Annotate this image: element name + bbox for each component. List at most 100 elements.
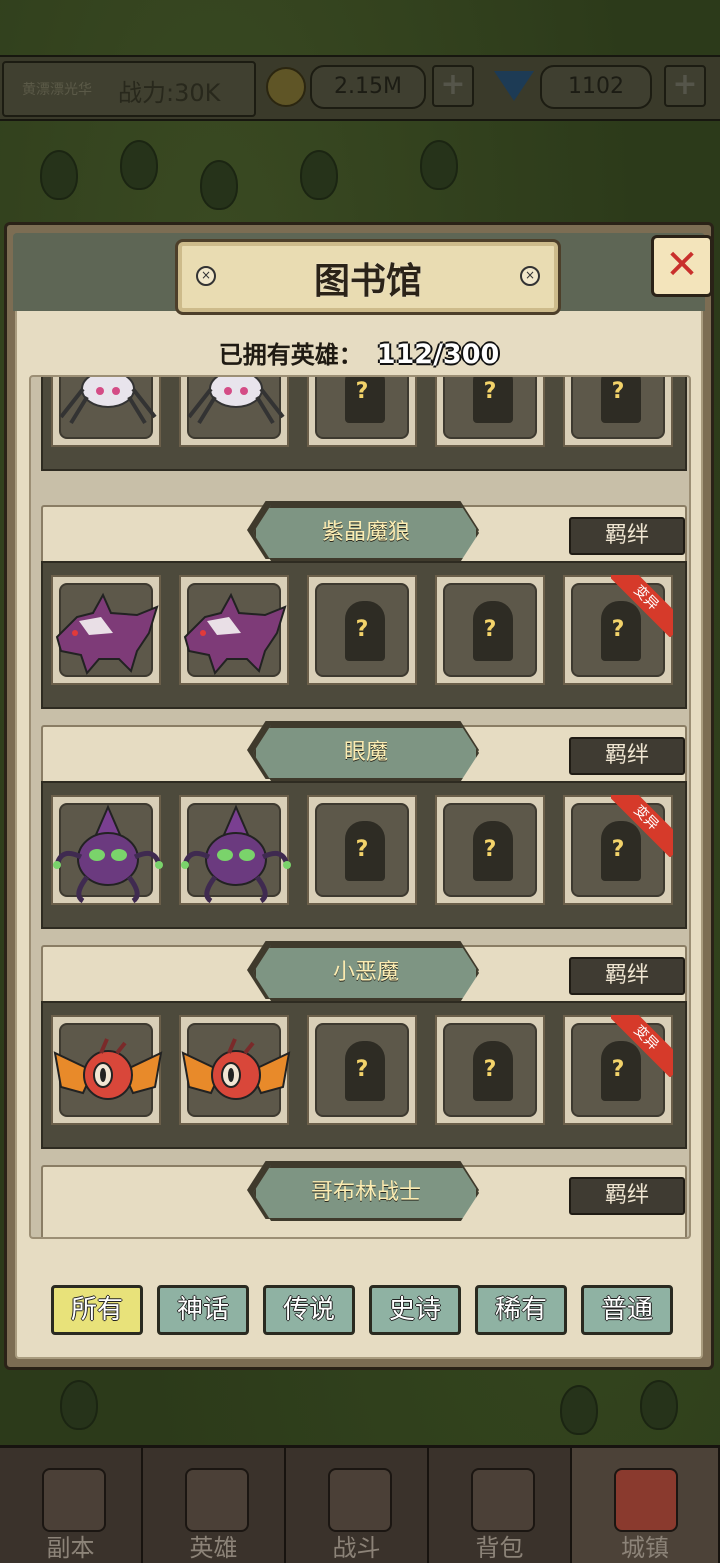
locked-hero-slot[interactable]: ? [307, 1015, 417, 1125]
slot-row: ? ? ? [41, 377, 687, 471]
unknown-mark: ? [355, 617, 369, 642]
hero-slot[interactable] [51, 575, 161, 685]
close-button[interactable]: ✕ [651, 235, 713, 297]
hero-group: 眼魔 羁绊 ? ? ? 变异 [41, 721, 687, 929]
hero-slot[interactable] [51, 795, 163, 905]
nav-backpack[interactable]: 背包 [429, 1448, 572, 1563]
hero-slot[interactable] [179, 1015, 291, 1125]
player-info[interactable]: 黄漂漂光华 战力:30K [2, 61, 256, 117]
wolf-icon [183, 592, 287, 675]
bond-button[interactable]: 羁绊 [569, 517, 685, 555]
tree-decoration [200, 160, 238, 210]
bond-button[interactable]: 羁绊 [569, 957, 685, 995]
hero-group: 紫晶魔狼 羁绊 ? ? ? 变异 [41, 501, 687, 709]
gem-icon [494, 71, 534, 101]
tab-legendary[interactable]: 传说 [263, 1285, 355, 1335]
owned-label: 已拥有英雄： [218, 341, 363, 369]
hero-group-partial: ? ? ? [41, 377, 687, 471]
tab-rare[interactable]: 稀有 [475, 1285, 567, 1335]
tree-decoration [640, 1380, 678, 1430]
unknown-mark: ? [355, 837, 369, 862]
nav-battle[interactable]: 战斗 [286, 1448, 429, 1563]
mutation-tag: 变异 [611, 795, 673, 857]
tab-common[interactable]: 普通 [581, 1285, 673, 1335]
swords-icon [328, 1468, 392, 1532]
hero-group: 小恶魔 羁绊 ? ? ? 变异 [41, 941, 687, 1149]
nav-label: 战斗 [332, 1534, 381, 1562]
nav-label: 城镇 [621, 1534, 669, 1562]
coin-icon [266, 67, 306, 107]
nav-label: 副本 [46, 1534, 95, 1562]
unknown-mark: ? [483, 617, 497, 642]
wolf-icon [55, 592, 159, 675]
locked-hero-slot[interactable]: ? [307, 575, 417, 685]
unknown-mark: ? [355, 379, 369, 404]
bottom-nav: 副本 英雄 战斗 背包 城镇 [0, 1445, 720, 1563]
locked-hero-slot[interactable]: ? [435, 1015, 545, 1125]
tree-decoration [120, 140, 158, 190]
tab-epic[interactable]: 史诗 [369, 1285, 461, 1335]
nav-town[interactable]: 城镇 [572, 1448, 720, 1563]
unknown-mark: ? [611, 379, 625, 404]
hero-slot[interactable] [179, 377, 289, 447]
gem-amount: 1102 [540, 65, 652, 109]
unknown-mark: ? [483, 1057, 497, 1082]
helmet-icon [185, 1468, 249, 1532]
mutation-tag: 变异 [611, 1015, 673, 1077]
hero-slot[interactable] [179, 575, 289, 685]
tree-decoration [560, 1385, 598, 1435]
slot-row: ? ? ? 变异 [41, 781, 687, 929]
locked-mutation-slot[interactable]: ? 变异 [563, 575, 673, 685]
nav-label: 英雄 [189, 1534, 238, 1562]
nav-dungeon[interactable]: 副本 [0, 1448, 143, 1563]
power-value: 战力:30K [118, 79, 221, 107]
nav-heroes[interactable]: 英雄 [143, 1448, 286, 1563]
town-icon [614, 1468, 678, 1532]
unknown-mark: ? [483, 837, 497, 862]
rarity-filter-tabs: 所有 神话 传说 史诗 稀有 普通 [51, 1285, 681, 1339]
mutation-tag: 变异 [611, 575, 673, 637]
page-title: 图书馆 [313, 261, 422, 302]
locked-hero-slot[interactable]: ? [435, 575, 545, 685]
locked-mutation-slot[interactable]: ? 变异 [563, 795, 673, 905]
hero-slot[interactable] [51, 377, 161, 447]
map-icon [42, 1468, 106, 1532]
locked-hero-slot[interactable]: ? [435, 377, 545, 447]
hero-slot[interactable] [179, 795, 291, 905]
imp-icon [53, 1038, 163, 1100]
owned-heroes: 已拥有英雄： 112/300 [7, 335, 711, 370]
group-name: 哥布林战士 [253, 1165, 479, 1221]
slot-row: ? ? ? 变异 [41, 561, 687, 709]
owned-count: 112/300 [376, 339, 500, 370]
hero-group: 哥布林战士 羁绊 [41, 1161, 687, 1237]
locked-hero-slot[interactable]: ? [435, 795, 545, 905]
unknown-mark: ? [355, 1057, 369, 1082]
tree-decoration [60, 1380, 98, 1430]
player-name: 黄漂漂光华 [22, 82, 92, 98]
tab-all[interactable]: 所有 [51, 1285, 143, 1335]
gold-amount: 2.15M [310, 65, 426, 109]
slot-row: ? ? ? 变异 [41, 1001, 687, 1149]
locked-mutation-slot[interactable]: ? 变异 [563, 1015, 673, 1125]
bond-button[interactable]: 羁绊 [569, 1177, 685, 1215]
spider-icon [187, 377, 285, 425]
group-name: 小恶魔 [253, 945, 479, 1001]
title-plate: × × 图书馆 [175, 239, 561, 315]
unknown-mark: ? [483, 379, 497, 404]
spider-icon [59, 377, 157, 425]
top-hud: 黄漂漂光华 战力:30K 2.15M + 1102 + [0, 55, 720, 121]
backpack-icon [471, 1468, 535, 1532]
locked-hero-slot[interactable]: ? [563, 377, 673, 447]
tree-decoration [40, 150, 78, 200]
hero-list[interactable]: ? ? ? 紫晶魔狼 羁绊 ? ? ? 变异 眼魔 羁绊 ? ? ? 变异 小恶… [29, 375, 691, 1239]
bond-button[interactable]: 羁绊 [569, 737, 685, 775]
add-gems-button[interactable]: + [664, 65, 706, 107]
group-name: 眼魔 [253, 725, 479, 781]
tab-mythic[interactable]: 神话 [157, 1285, 249, 1335]
locked-hero-slot[interactable]: ? [307, 377, 417, 447]
hero-slot[interactable] [51, 1015, 163, 1125]
locked-hero-slot[interactable]: ? [307, 795, 417, 905]
tree-decoration [300, 150, 338, 200]
add-gold-button[interactable]: + [432, 65, 474, 107]
beholder-icon [181, 804, 291, 904]
